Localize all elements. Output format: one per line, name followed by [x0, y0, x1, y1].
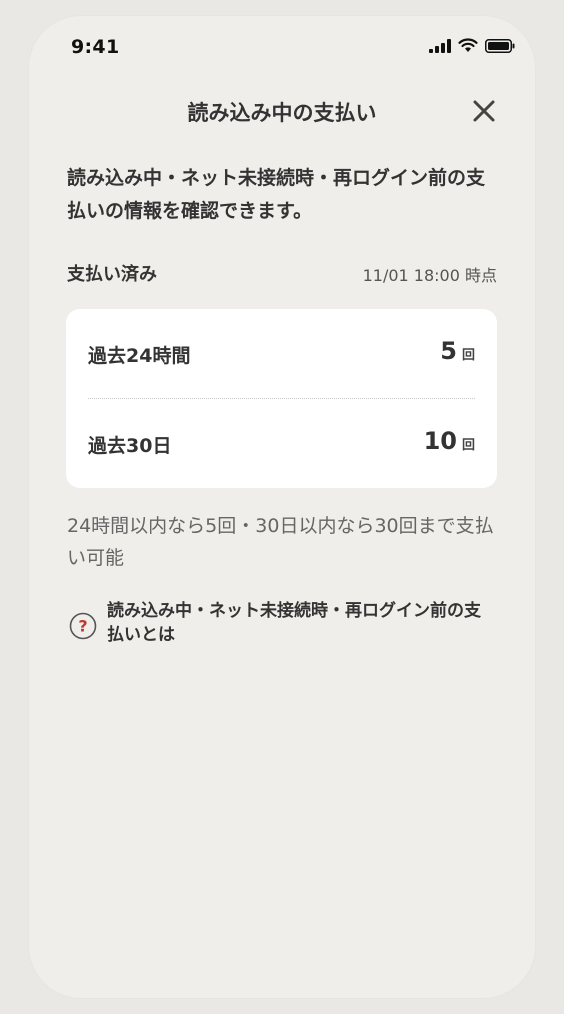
count-row-label: 過去24時間	[88, 345, 191, 367]
section-header: 支払い済み 11/01 18:00 時点	[67, 260, 497, 290]
page-title: 読み込み中の支払い	[187, 101, 377, 125]
count-row-value: 10 回	[424, 427, 475, 455]
section-title: 支払い済み	[67, 264, 157, 285]
phone-screen: 9:41 読み込み中の支払い 読み込み中・ネット未接続時・再ログイン前の支払いの…	[29, 16, 535, 998]
count-row-30d: 過去30日 10 回	[88, 399, 475, 487]
payment-count-card: 過去24時間 5 回 過去30日 10 回	[66, 309, 497, 488]
cellular-signal-icon	[429, 38, 451, 53]
wifi-icon	[458, 38, 478, 52]
as-of-timestamp: 11/01 18:00 時点	[362, 266, 497, 285]
count-number: 10	[423, 427, 457, 455]
close-icon	[473, 100, 495, 122]
help-link[interactable]: ? 読み込み中・ネット未接続時・再ログイン前の支払いとは	[67, 599, 497, 655]
count-unit: 回	[461, 348, 475, 363]
svg-text:?: ?	[78, 617, 87, 636]
status-bar: 9:41	[29, 16, 535, 76]
count-row-24h: 過去24時間 5 回	[88, 309, 475, 397]
status-icons	[429, 38, 515, 53]
close-button[interactable]	[469, 96, 499, 126]
help-link-label: 読み込み中・ネット未接続時・再ログイン前の支払いとは	[107, 601, 481, 645]
count-unit: 回	[461, 438, 475, 453]
count-number: 5	[440, 337, 457, 365]
status-time: 9:41	[71, 36, 120, 58]
question-circle-icon: ?	[69, 612, 97, 640]
intro-text: 読み込み中・ネット未接続時・再ログイン前の支払いの情報を確認できます。	[67, 167, 486, 222]
battery-icon	[485, 38, 515, 53]
count-row-label: 過去30日	[88, 435, 172, 457]
header: 読み込み中の支払い	[29, 91, 535, 131]
limit-note: 24時間以内なら5回・30日以内なら30回まで支払い可能	[67, 515, 494, 569]
count-row-value: 5 回	[440, 337, 475, 365]
